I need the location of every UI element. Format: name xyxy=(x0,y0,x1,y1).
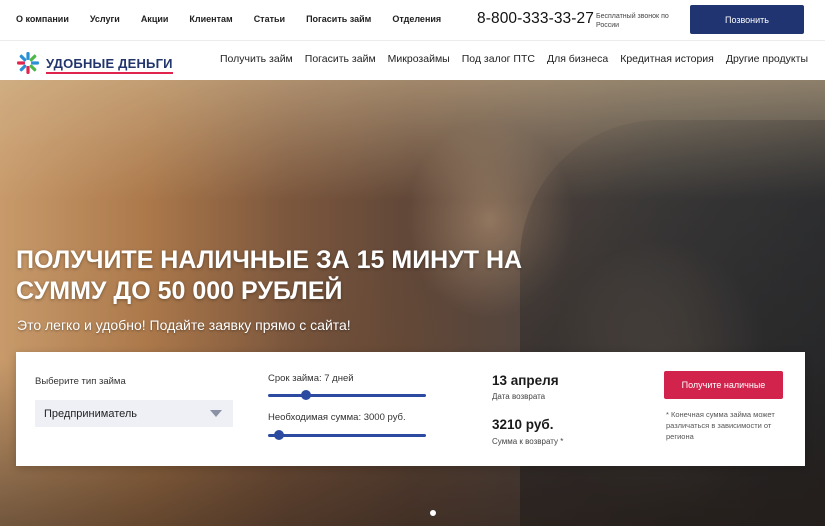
topnav-about[interactable]: О компании xyxy=(16,14,69,24)
topnav-promos[interactable]: Акции xyxy=(141,14,169,24)
topnav-clients[interactable]: Клиентам xyxy=(189,14,232,24)
logo[interactable]: УДОБНЫЕ ДЕНЬГИ xyxy=(16,51,173,75)
hero-title: ПОЛУЧИТЕ НАЛИЧНЫЕ ЗА 15 МИНУТ НА СУММУ Д… xyxy=(16,246,523,305)
return-sum: 3210 руб. xyxy=(492,417,554,432)
nav-business[interactable]: Для бизнеса xyxy=(547,53,608,65)
amount-slider[interactable] xyxy=(268,429,426,441)
main-bar: УДОБНЫЕ ДЕНЬГИ Получить займ Погасить за… xyxy=(0,40,825,80)
nav-pts-loan[interactable]: Под залог ПТС xyxy=(462,53,535,65)
logo-text: УДОБНЫЕ ДЕНЬГИ xyxy=(46,55,173,74)
term-slider[interactable] xyxy=(268,389,426,401)
get-cash-button[interactable]: Получите наличные xyxy=(664,371,783,399)
amount-slider-track xyxy=(268,434,426,437)
hero-subtitle: Это легко и удобно! Подайте заявку прямо… xyxy=(17,317,351,333)
topnav-branches[interactable]: Отделения xyxy=(392,14,441,24)
topnav-services[interactable]: Услуги xyxy=(90,14,120,24)
logo-icon xyxy=(17,52,39,74)
top-nav: О компании Услуги Акции Клиентам Статьи … xyxy=(16,14,462,24)
topnav-repay[interactable]: Погасить займ xyxy=(306,14,371,24)
main-nav: Получить займ Погасить займ Микрозаймы П… xyxy=(208,53,808,65)
carousel-dot[interactable] xyxy=(430,510,436,516)
call-button[interactable]: Позвонить xyxy=(690,5,804,34)
return-sum-label: Сумма к возврату * xyxy=(492,437,564,446)
nav-repay-loan[interactable]: Погасить займ xyxy=(305,53,376,65)
return-date-label: Дата возврата xyxy=(492,392,546,401)
amount-slider-thumb[interactable] xyxy=(274,430,284,440)
loan-type-value: Предприниматель xyxy=(44,407,138,420)
nav-microloans[interactable]: Микрозаймы xyxy=(388,53,450,65)
loan-type-select[interactable]: Предприниматель xyxy=(35,400,233,427)
hero-banner: ПОЛУЧИТЕ НАЛИЧНЫЕ ЗА 15 МИНУТ НА СУММУ Д… xyxy=(0,80,825,526)
chevron-down-icon xyxy=(210,410,222,417)
amount-label: Необходимая сумма: 3000 руб. xyxy=(268,412,406,423)
top-bar: О компании Услуги Акции Клиентам Статьи … xyxy=(0,0,825,40)
phone-number[interactable]: 8-800-333-33-27 xyxy=(477,10,594,28)
nav-get-loan[interactable]: Получить займ xyxy=(220,53,293,65)
nav-other-products[interactable]: Другие продукты xyxy=(726,53,808,65)
nav-credit-history[interactable]: Кредитная история xyxy=(620,53,714,65)
loan-type-label: Выберите тип займа xyxy=(35,376,126,387)
term-slider-thumb[interactable] xyxy=(301,390,311,400)
term-slider-track xyxy=(268,394,426,397)
footnote: * Конечная сумма займа может различаться… xyxy=(666,410,775,441)
return-date: 13 апреля xyxy=(492,373,559,388)
term-label: Срок займа: 7 дней xyxy=(268,373,354,384)
loan-form-card: Выберите тип займа Предприниматель Срок … xyxy=(16,352,805,466)
topnav-articles[interactable]: Статьи xyxy=(254,14,285,24)
phone-note: Бесплатный звонок по России xyxy=(596,13,669,29)
